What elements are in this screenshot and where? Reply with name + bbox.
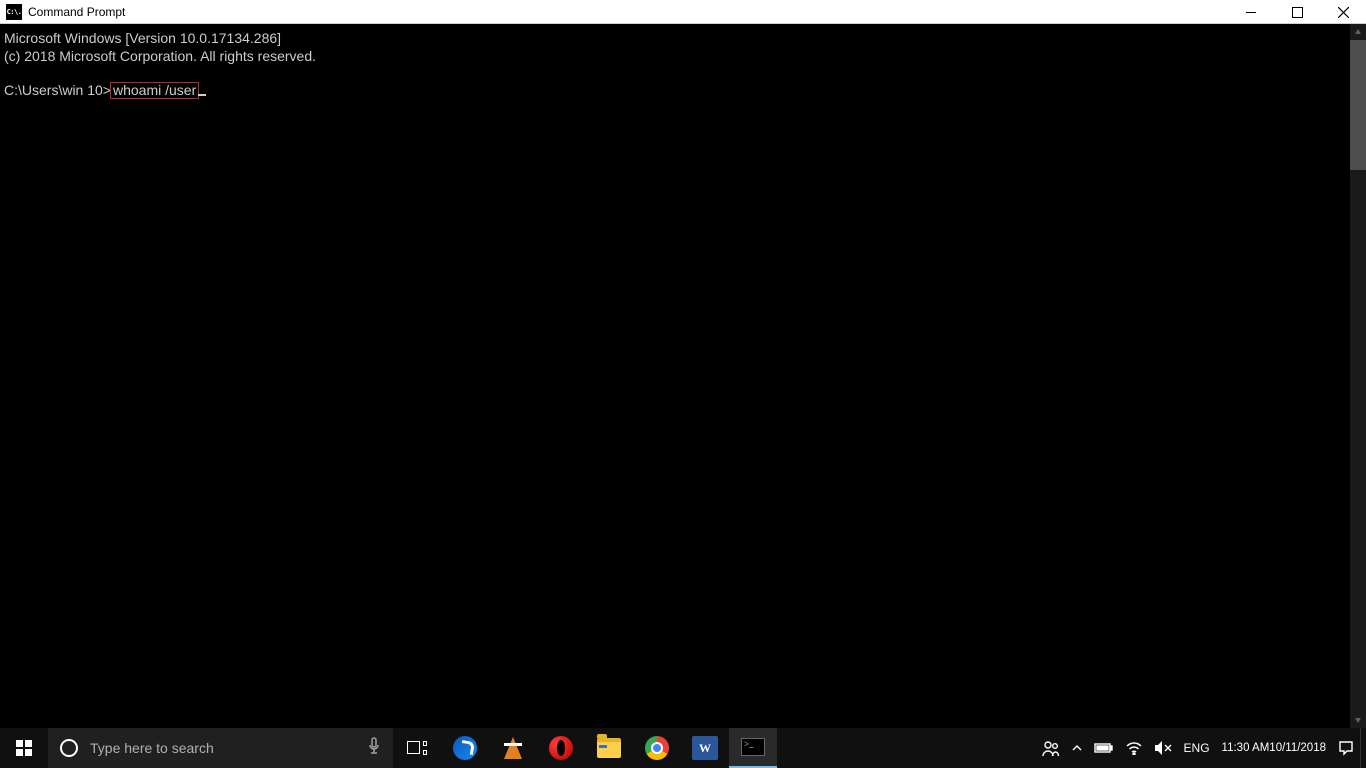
file-explorer-icon <box>597 738 621 758</box>
system-tray: ENG 11:30 AM 10/11/2018 <box>1036 728 1366 768</box>
typed-command-highlight: whoami /user <box>110 82 199 99</box>
taskbar-app-file-explorer[interactable] <box>585 728 633 768</box>
cmd-window-icon: C:\. <box>6 4 22 20</box>
console-line-copyright: (c) 2018 Microsoft Corporation. All righ… <box>4 48 316 64</box>
language-indicator[interactable]: ENG <box>1178 741 1216 755</box>
cortana-icon <box>60 739 78 757</box>
search-placeholder: Type here to search <box>90 740 355 756</box>
notification-icon <box>1338 740 1354 756</box>
battery-button[interactable] <box>1088 742 1120 754</box>
chevron-up-icon <box>1072 743 1082 753</box>
clock-button[interactable]: 11:30 AM 10/11/2018 <box>1216 741 1332 755</box>
text-cursor <box>198 94 206 96</box>
window-titlebar: C:\. Command Prompt <box>0 0 1366 24</box>
edge-icon <box>453 736 477 760</box>
vertical-scrollbar[interactable] <box>1350 24 1366 728</box>
task-view-button[interactable] <box>393 728 441 768</box>
vlc-icon <box>504 737 522 759</box>
taskbar-app-vlc[interactable] <box>489 728 537 768</box>
task-view-icon <box>407 741 427 755</box>
minimize-button[interactable] <box>1228 0 1274 24</box>
taskbar-app-word[interactable]: W <box>681 728 729 768</box>
action-center-button[interactable] <box>1332 740 1360 756</box>
wifi-icon <box>1126 741 1142 755</box>
people-icon <box>1042 739 1060 757</box>
battery-icon <box>1094 742 1114 754</box>
scroll-thumb[interactable] <box>1350 40 1366 170</box>
taskbar-app-opera[interactable] <box>537 728 585 768</box>
console-line-version: Microsoft Windows [Version 10.0.17134.28… <box>4 30 281 46</box>
clock-date: 10/11/2018 <box>1269 741 1326 755</box>
start-button[interactable] <box>0 728 48 768</box>
maximize-button[interactable] <box>1274 0 1320 24</box>
window-controls <box>1228 0 1366 24</box>
chrome-icon <box>645 736 669 760</box>
taskbar-app-command-prompt[interactable] <box>729 728 777 768</box>
wifi-button[interactable] <box>1120 741 1148 755</box>
console-prompt: C:\Users\win 10> <box>4 82 111 98</box>
volume-button[interactable] <box>1148 740 1178 756</box>
scroll-track[interactable] <box>1350 40 1366 712</box>
tray-overflow-button[interactable] <box>1066 743 1088 753</box>
clock-time: 11:30 AM <box>1222 741 1270 755</box>
cmd-icon <box>741 738 765 756</box>
show-desktop-button[interactable] <box>1360 728 1366 768</box>
opera-icon <box>549 736 573 760</box>
console-area[interactable]: Microsoft Windows [Version 10.0.17134.28… <box>0 24 1350 728</box>
volume-mute-icon <box>1154 740 1172 756</box>
word-icon: W <box>692 736 718 760</box>
microphone-icon[interactable] <box>367 737 381 760</box>
window-title: Command Prompt <box>28 5 125 19</box>
taskbar-app-edge[interactable] <box>441 728 489 768</box>
close-button[interactable] <box>1320 0 1366 24</box>
taskbar: Type here to search W <box>0 728 1366 768</box>
people-button[interactable] <box>1036 739 1066 757</box>
scroll-up-arrow-icon[interactable] <box>1350 24 1366 40</box>
windows-logo-icon <box>16 740 32 756</box>
console-text: Microsoft Windows [Version 10.0.17134.28… <box>0 24 1350 106</box>
scroll-down-arrow-icon[interactable] <box>1350 712 1366 728</box>
taskbar-app-chrome[interactable] <box>633 728 681 768</box>
search-box[interactable]: Type here to search <box>48 728 393 768</box>
